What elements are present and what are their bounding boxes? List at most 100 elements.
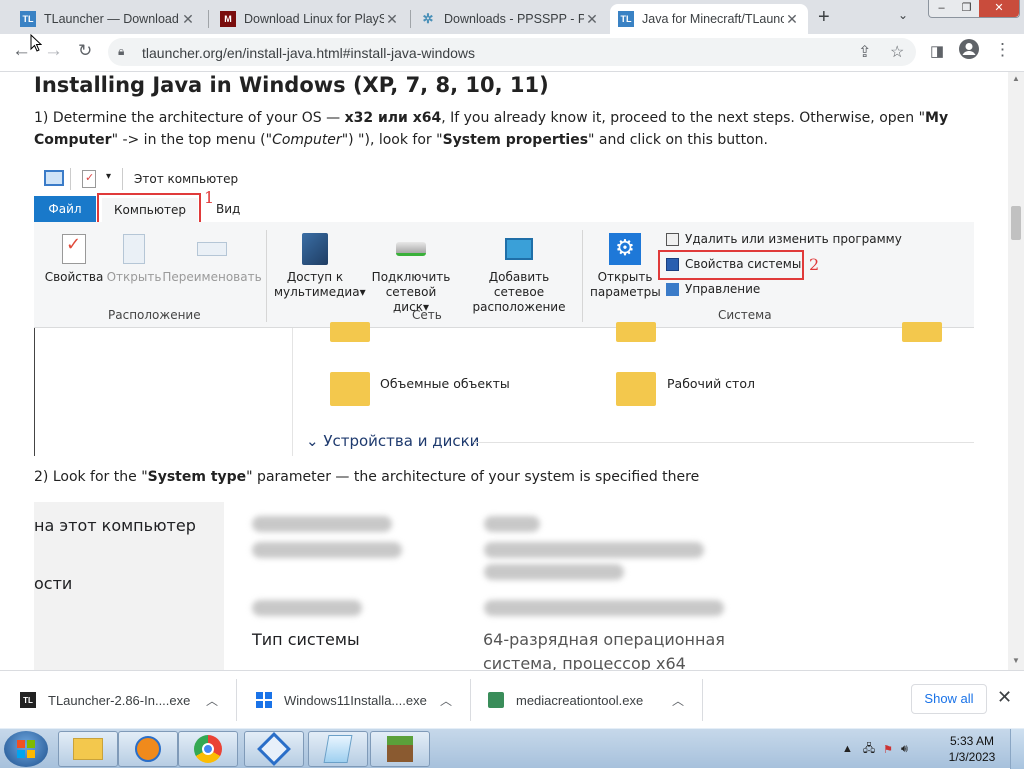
tab-java-minecraft[interactable]: TL Java for Minecraft/TLaunc ✕	[610, 4, 808, 34]
file-explorer-icon	[73, 738, 103, 760]
restore-icon[interactable]: ❐	[954, 0, 979, 17]
download-item[interactable]: mediacreationtool.exe ︿	[468, 671, 702, 729]
address-bar[interactable]: 🔒︎ tlauncher.org/en/install-java.html#in…	[108, 38, 916, 66]
page-scrollbar[interactable]: ▲ ▼	[1008, 72, 1024, 670]
scrollbar-thumb[interactable]	[1011, 206, 1021, 240]
download-item[interactable]: Windows11Installa....exe ︿	[236, 671, 470, 729]
annotation-marker-2: 2	[809, 255, 820, 274]
blurred-label	[252, 600, 362, 616]
network-icon[interactable]: 🖧︎	[863, 740, 875, 759]
tray-expand-icon[interactable]: ▲	[842, 743, 853, 755]
window-close-icon[interactable]: ✕	[979, 0, 1019, 17]
blurred-value	[484, 516, 540, 532]
gear-icon: ⚙	[608, 232, 642, 266]
sysinfo-left-label-1: на этот компьютер	[34, 516, 196, 535]
tab-linux-playstation[interactable]: M Download Linux for PlayS ✕	[212, 4, 408, 34]
close-icon[interactable]: ✕	[180, 11, 196, 28]
ribbon-rename-label: Переименовать	[162, 270, 262, 284]
share-icon[interactable]: ⇪	[858, 42, 871, 62]
step1-computer-menu: Computer	[272, 132, 342, 148]
open-arrow-icon	[117, 232, 151, 266]
page-content: Installing Java in Windows (XP, 7, 8, 10…	[0, 72, 1008, 670]
sysinfo-left-label-2: ости	[34, 574, 73, 593]
devices-section-label: Устройства и диски	[323, 432, 480, 450]
start-button[interactable]	[4, 731, 48, 767]
taskbar-minecraft[interactable]	[370, 731, 430, 767]
download-filename: TLauncher-2.86-In....exe	[48, 692, 191, 708]
tab-ppsspp[interactable]: ✲ Downloads - PPSSPP - PS ✕	[412, 4, 608, 34]
step2-system-type: System type	[147, 469, 247, 485]
taskbar-chrome[interactable]	[178, 731, 238, 767]
chevron-up-icon[interactable]: ︿	[440, 692, 452, 709]
tab-title: Downloads - PPSSPP - PS	[444, 12, 584, 26]
ribbon-media-access: Доступ к мультимедиа▾	[274, 232, 366, 300]
installer-icon	[488, 692, 504, 708]
new-tab-button[interactable]: +	[818, 6, 830, 29]
folder-desktop: Рабочий стол	[667, 376, 755, 391]
taskbar-clock[interactable]: 5:33 AM 1/3/2023	[942, 733, 1002, 765]
minimize-icon[interactable]: –	[929, 0, 954, 17]
close-icon[interactable]: ✕	[784, 11, 800, 28]
step1-paragraph: 1) Determine the architecture of your OS…	[34, 107, 984, 151]
manage-icon	[666, 282, 679, 296]
show-all-downloads-button[interactable]: Show all	[911, 684, 987, 714]
tab-tlauncher-download[interactable]: TL TLauncher — Download Mi ✕	[12, 4, 204, 34]
step2-paragraph: 2) Look for the "System type" parameter …	[34, 466, 984, 488]
bookmark-star-icon[interactable]: ☆	[890, 42, 904, 62]
blurred-label	[252, 542, 402, 558]
system-tray: ▲ 🖧︎ ⚑ 🔊︎	[842, 729, 908, 769]
ribbon-media-label: Доступ к	[286, 270, 344, 284]
clock-time: 5:33 AM	[949, 734, 995, 748]
mouse-cursor-icon	[30, 33, 43, 55]
download-item[interactable]: TL TLauncher-2.86-In....exe ︿	[0, 671, 236, 729]
ribbon-properties: ✓ Свойства	[42, 232, 106, 285]
tab-title: TLauncher — Download Mi	[44, 12, 180, 26]
ribbon-map-drive: Подключить сетевой диск▾	[368, 232, 454, 315]
ribbon-tab-file: Файл	[34, 196, 96, 222]
reload-icon[interactable]: ↻	[78, 41, 92, 61]
uninstall-icon	[666, 232, 679, 246]
browser-toolbar: ← → ↻ 🔒︎ tlauncher.org/en/install-java.h…	[0, 34, 1024, 72]
scroll-up-icon[interactable]: ▲	[1012, 74, 1020, 83]
ribbon-add-network-location: Добавить сетевое расположение	[462, 232, 576, 315]
action-center-icon[interactable]: ⚑	[883, 743, 893, 756]
media-server-icon	[298, 232, 332, 266]
window-controls: – ❐ ✕	[928, 0, 1020, 18]
lock-icon[interactable]: 🔒︎	[118, 44, 124, 59]
documents-folder-icon	[616, 322, 656, 342]
close-icon[interactable]: ✕	[584, 11, 600, 28]
profile-avatar-icon[interactable]	[958, 38, 980, 66]
system-type-value-2: система, процессор x64	[483, 654, 686, 670]
network-location-icon	[502, 232, 536, 266]
tl-icon: TL	[618, 11, 634, 27]
ppsspp-icon: ✲	[422, 11, 434, 26]
url-text[interactable]: tlauncher.org/en/install-java.html#insta…	[142, 45, 475, 61]
clock-date: 1/3/2023	[948, 750, 996, 764]
ribbon-uninstall-label: Удалить или изменить программу	[685, 232, 902, 246]
ribbon-manage: Управление	[666, 282, 760, 296]
tab-title: Java for Minecraft/TLaunc	[642, 12, 784, 26]
taskbar-notepad[interactable]	[308, 731, 368, 767]
blurred-value	[484, 564, 624, 580]
network-app-icon	[257, 732, 291, 766]
chevron-up-icon[interactable]: ︿	[672, 692, 684, 709]
taskbar-media-player[interactable]	[118, 731, 178, 767]
close-icon[interactable]: ✕	[384, 11, 400, 28]
ribbon-tab-view: Вид	[216, 202, 241, 216]
forward-icon[interactable]: →	[44, 40, 63, 62]
system-info-screenshot: на этот компьютер ости Тип системы 64-ра…	[34, 502, 974, 670]
devices-section-header: ⌄ Устройства и диски	[306, 432, 479, 450]
show-desktop-button[interactable]	[1010, 729, 1024, 769]
back-icon[interactable]: ←	[12, 40, 31, 62]
chevron-up-icon[interactable]: ︿	[206, 692, 218, 709]
menu-kebab-icon[interactable]: ⋮	[994, 40, 1011, 60]
taskbar-network-app[interactable]	[244, 731, 304, 767]
step2-text: " parameter — the architecture of your s…	[246, 469, 700, 485]
volume-icon[interactable]: 🔊︎	[901, 743, 908, 756]
side-panel-icon[interactable]: ◨	[930, 42, 944, 60]
videos-folder-icon	[330, 322, 370, 342]
tab-search-icon[interactable]: ⌄	[898, 8, 908, 22]
taskbar-file-explorer[interactable]	[58, 731, 118, 767]
scroll-down-icon[interactable]: ▼	[1012, 656, 1020, 665]
close-downloads-icon[interactable]: ✕	[997, 687, 1012, 708]
